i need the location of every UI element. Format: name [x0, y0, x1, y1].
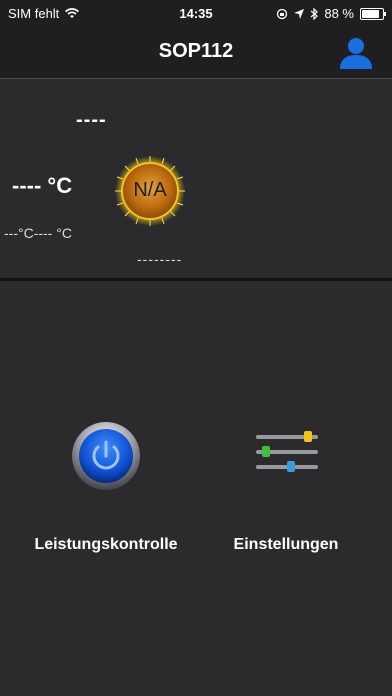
battery-icon — [360, 7, 386, 20]
rotation-lock-icon — [277, 8, 288, 19]
nav-bar: SOP112 — [0, 28, 392, 79]
status-bar: SIM fehlt 14:35 88 % — [0, 0, 392, 28]
battery-percent: 88 % — [324, 6, 354, 21]
temperature-range: ---°C---- °C — [4, 225, 72, 241]
settings-button[interactable] — [254, 428, 320, 476]
panel-divider — [0, 278, 392, 281]
temperature-value: ---- °C — [12, 173, 73, 198]
status-badge: N/A — [114, 155, 186, 227]
badge-label: N/A — [133, 179, 167, 201]
top-value: ---- — [76, 109, 107, 131]
status-panel: ---- ---- °C ---°C---- °C -------- N/A — [0, 79, 392, 278]
sliders-icon — [256, 431, 318, 472]
power-label[interactable]: Leistungskontrolle — [0, 536, 212, 554]
bluetooth-icon — [310, 7, 319, 20]
location-icon — [294, 8, 305, 19]
user-button[interactable] — [338, 36, 374, 70]
bottom-value: -------- — [137, 251, 183, 267]
user-icon — [340, 38, 372, 69]
page-title: SOP112 — [158, 40, 234, 62]
status-right: 88 % — [276, 6, 386, 21]
power-icon — [72, 422, 140, 490]
settings-label[interactable]: Einstellungen — [186, 536, 386, 554]
power-button[interactable] — [70, 420, 142, 492]
